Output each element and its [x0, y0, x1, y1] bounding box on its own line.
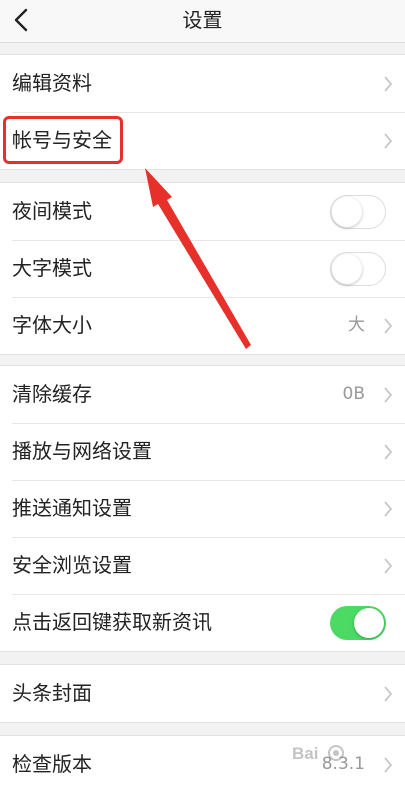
row-label: 播放与网络设置	[12, 439, 152, 463]
settings-row-font-size[interactable]: 字体大小 大	[0, 297, 405, 354]
nav-bar: 设置	[0, 0, 405, 43]
settings-row-push-notifications[interactable]: 推送通知设置	[0, 480, 405, 537]
chevron-right-icon	[384, 500, 393, 517]
settings-row-clear-cache[interactable]: 清除缓存 0B	[0, 366, 405, 423]
row-label: 夜间模式	[12, 199, 92, 223]
settings-row-large-text[interactable]: 大字模式	[0, 240, 405, 297]
font-size-value: 大	[348, 315, 365, 335]
row-label: 头条封面	[12, 681, 92, 705]
back-refresh-toggle[interactable]	[330, 605, 386, 640]
row-label: 安全浏览设置	[12, 553, 132, 577]
chevron-right-icon	[384, 317, 393, 334]
toggle-knob	[354, 607, 384, 638]
settings-row-night-mode[interactable]: 夜间模式	[0, 183, 405, 240]
watermark-logo-icon: Bai	[292, 744, 344, 763]
settings-group-cover: 头条封面	[0, 664, 405, 723]
row-label: 推送通知设置	[12, 496, 132, 520]
settings-row-playback-network[interactable]: 播放与网络设置	[0, 423, 405, 480]
cache-size-value: 0B	[342, 384, 365, 404]
settings-row-edit-profile[interactable]: 编辑资料	[0, 55, 405, 112]
row-label: 编辑资料	[12, 71, 92, 95]
settings-row-back-refresh[interactable]: 点击返回键获取新资讯	[0, 594, 405, 651]
settings-group-display: 夜间模式 大字模式 字体大小 大	[0, 182, 405, 355]
toggle-knob	[332, 196, 362, 227]
night-mode-toggle[interactable]	[330, 194, 386, 229]
row-label: 字体大小	[12, 313, 92, 337]
row-label: 大字模式	[12, 256, 92, 280]
settings-row-safe-browsing[interactable]: 安全浏览设置	[0, 537, 405, 594]
chevron-right-icon	[384, 557, 393, 574]
chevron-right-icon	[384, 685, 393, 702]
large-text-toggle[interactable]	[330, 251, 386, 286]
chevron-right-icon	[384, 756, 393, 773]
settings-group-general: 清除缓存 0B 播放与网络设置 推送通知设置 安全浏览设置 点击返回键获取新资讯	[0, 365, 405, 652]
svg-text:Bai: Bai	[292, 744, 318, 763]
toggle-knob	[332, 253, 362, 284]
annotation-highlight-box	[3, 116, 123, 164]
row-label: 清除缓存	[12, 382, 92, 406]
chevron-right-icon	[384, 132, 393, 149]
row-label: 点击返回键获取新资讯	[12, 610, 212, 634]
chevron-right-icon	[384, 75, 393, 92]
chevron-right-icon	[384, 386, 393, 403]
row-label: 检查版本	[12, 752, 92, 776]
settings-row-cover[interactable]: 头条封面	[0, 665, 405, 722]
chevron-right-icon	[384, 443, 393, 460]
page-title: 设置	[182, 8, 223, 32]
